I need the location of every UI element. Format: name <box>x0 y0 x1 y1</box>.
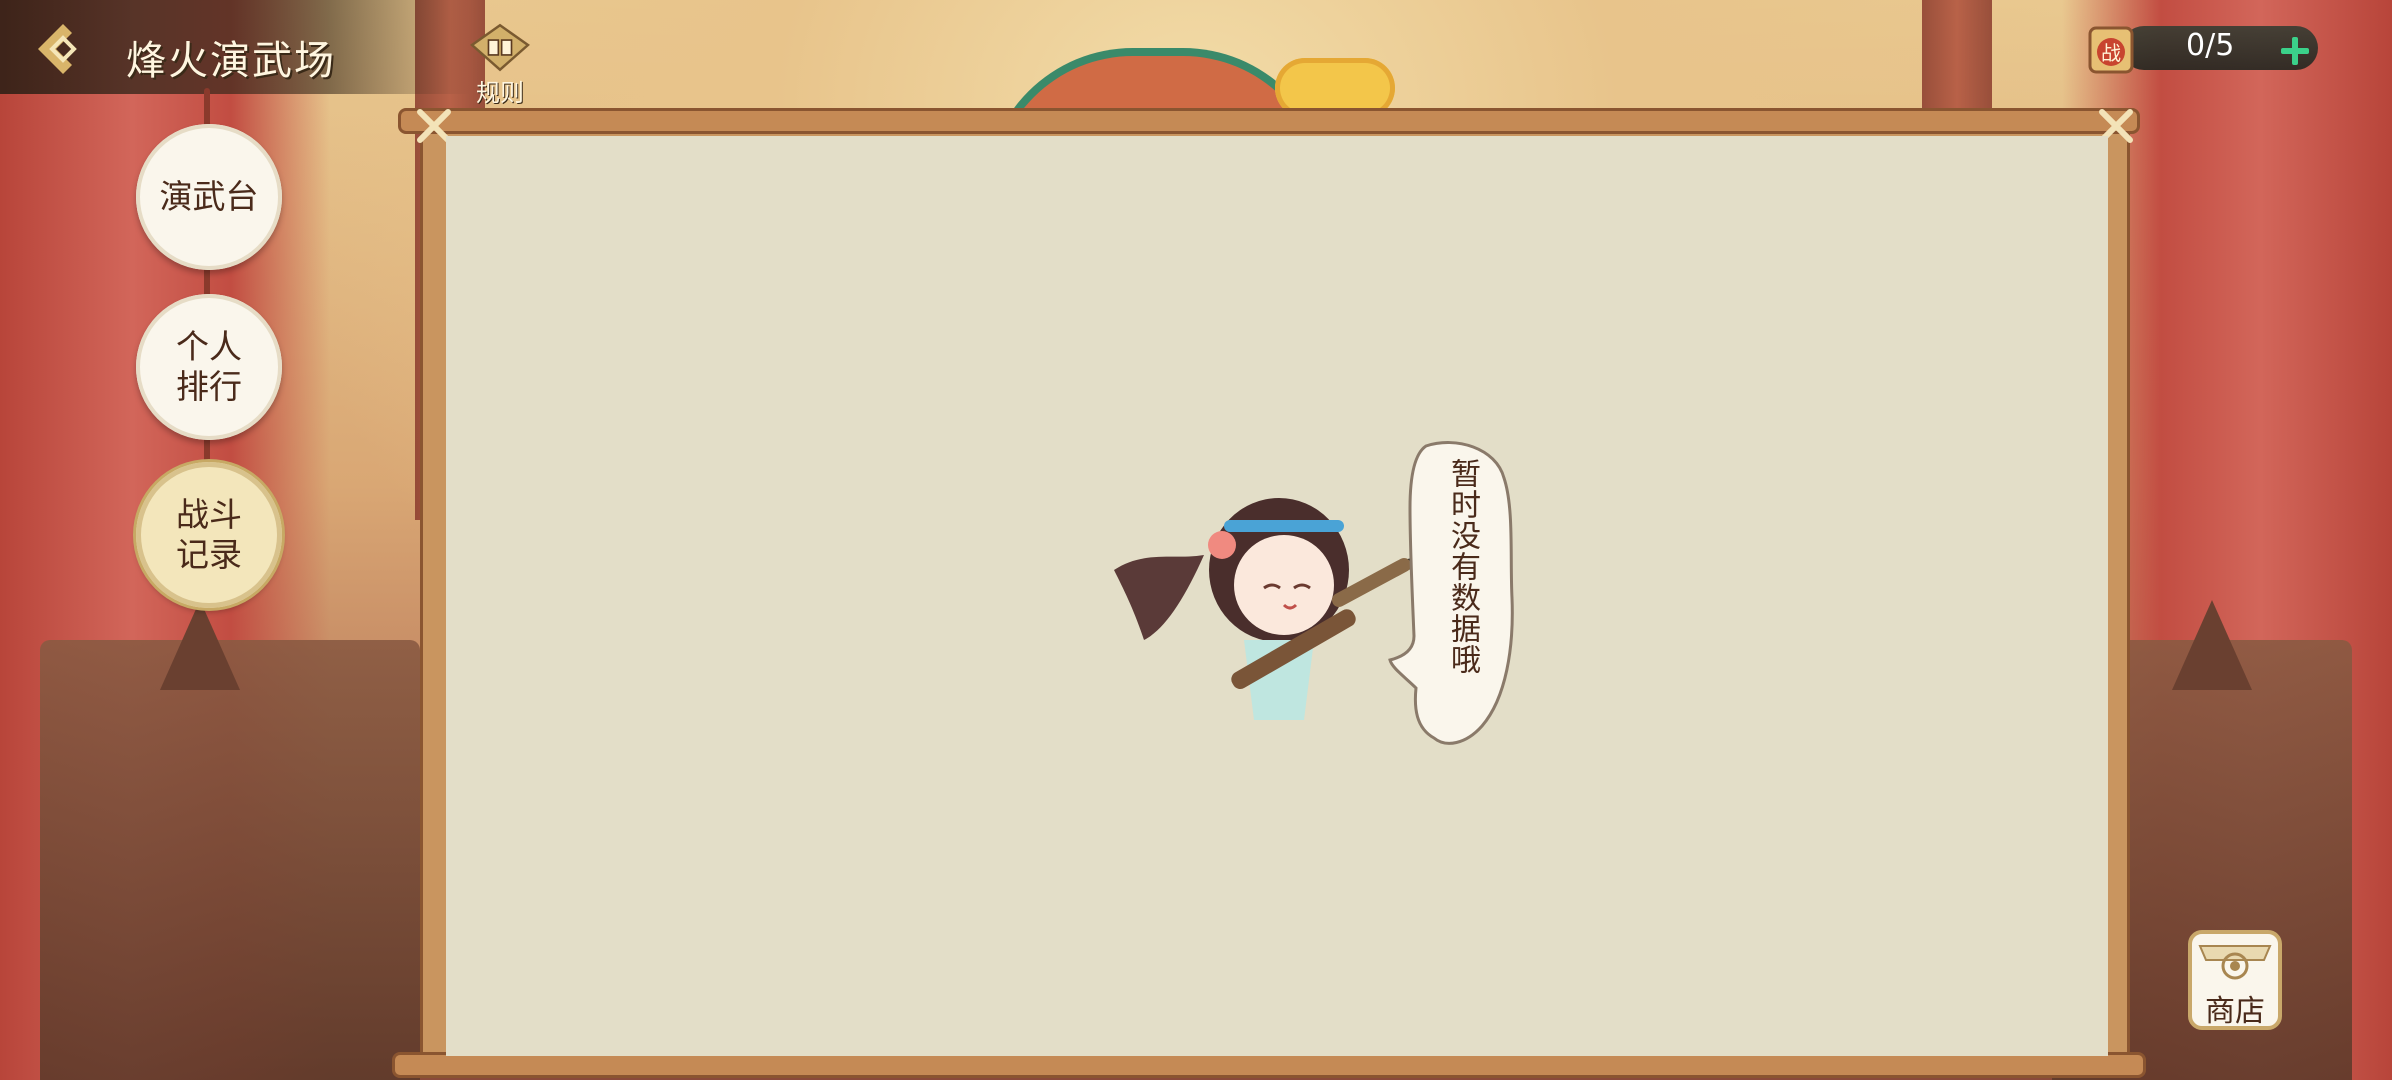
scroll-top-rod <box>398 108 2140 134</box>
battle-ticket-counter: 战 0/5 <box>2082 20 2318 78</box>
back-arrow-icon <box>38 24 77 74</box>
rules-label: 规则 <box>476 79 524 107</box>
rules-button[interactable]: 规则 <box>458 22 542 108</box>
nav-item-label: 记录 <box>176 535 242 574</box>
nav-item-label: 演武台 <box>159 177 259 216</box>
nav-item-label: 排行 <box>176 367 242 406</box>
left-weapon-stand <box>40 640 420 1080</box>
nav-item-personal-ranking[interactable]: 个人 排行 <box>136 294 282 440</box>
ticket-count: 0/5 <box>2186 28 2235 63</box>
back-button[interactable] <box>30 16 96 82</box>
rules-book-icon <box>470 23 530 72</box>
left-spike-ornament <box>160 600 240 690</box>
nav-item-label: 战斗 <box>176 495 242 534</box>
right-spike-ornament <box>2172 600 2252 690</box>
nav-item-label: 个人 <box>176 327 242 366</box>
shop-button[interactable]: 商店 <box>2184 922 2286 1032</box>
nav-item-arena[interactable]: 演武台 <box>136 124 282 270</box>
empty-state-message: 暂时没有数据哦 <box>1445 458 1480 675</box>
nav-item-battle-record[interactable]: 战斗 记录 <box>136 462 282 608</box>
add-ticket-icon[interactable] <box>2278 34 2312 68</box>
battle-scroll-char: 战 <box>2101 41 2121 65</box>
page-title: 烽火演武场 <box>126 38 336 84</box>
top-bar: 烽火演武场 <box>0 0 470 94</box>
battle-scroll-icon: 战 <box>2088 26 2134 74</box>
shop-label: 商店 <box>2205 994 2265 1029</box>
